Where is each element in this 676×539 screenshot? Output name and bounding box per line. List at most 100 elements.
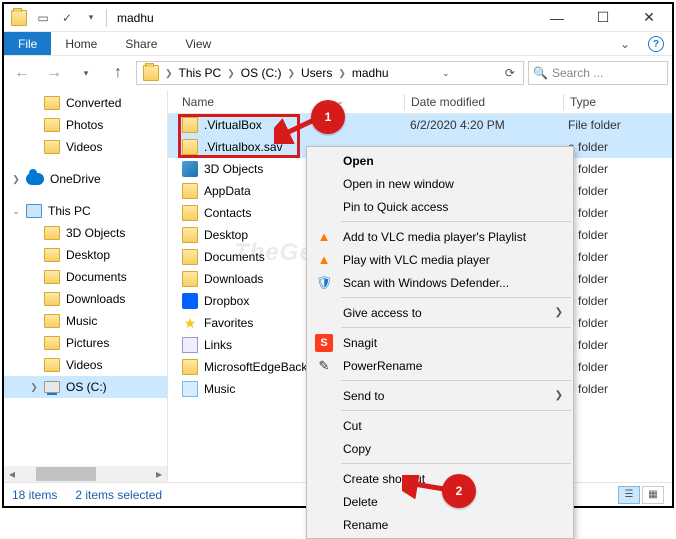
nav-thispc-item[interactable]: 3D Objects xyxy=(4,222,167,244)
nav-recent-icon[interactable]: ▾ xyxy=(72,59,100,87)
nav-thispc-item[interactable]: Videos xyxy=(4,354,167,376)
column-date[interactable]: Date modified xyxy=(405,95,563,109)
menu-item[interactable]: Give access to❯ xyxy=(307,301,573,324)
ribbon-tab-view[interactable]: View xyxy=(171,32,225,55)
search-input[interactable]: 🔍 Search ... xyxy=(528,61,668,85)
menu-item[interactable]: Rename xyxy=(307,513,573,536)
address-bar[interactable]: ❯ This PC ❯ OS (C:) ❯ Users ❯ madhu ⌄ ⟳ xyxy=(136,61,524,85)
qat-properties-icon[interactable]: ▭ xyxy=(32,7,54,29)
nav-thispc-item[interactable]: Documents xyxy=(4,266,167,288)
chevron-right-icon[interactable]: ❯ xyxy=(285,68,297,79)
scroll-thumb[interactable] xyxy=(36,467,96,481)
nav-horizontal-scrollbar[interactable]: ◂ ▸ xyxy=(4,466,167,482)
crumb-current[interactable]: madhu xyxy=(348,66,393,80)
menu-item[interactable]: Open in new window xyxy=(307,172,573,195)
search-icon: 🔍 xyxy=(533,66,548,80)
nav-thispc-item[interactable]: Pictures xyxy=(4,332,167,354)
folder-icon xyxy=(44,336,60,350)
menu-separator xyxy=(341,463,571,464)
chevron-right-icon[interactable]: ❯ xyxy=(10,174,22,185)
menu-item[interactable]: ▲Play with VLC media player xyxy=(307,248,573,271)
nav-thispc-item[interactable]: Downloads xyxy=(4,288,167,310)
file-type: File folder xyxy=(562,118,672,132)
menu-item[interactable]: Cut xyxy=(307,414,573,437)
nav-thispc[interactable]: ⌄This PC xyxy=(4,200,167,222)
menu-item-icon: ▲ xyxy=(315,251,333,269)
nav-quick-item[interactable]: Videos xyxy=(4,136,167,158)
menu-item-label: Cut xyxy=(343,419,362,433)
folder-icon xyxy=(44,118,60,132)
folder-icon xyxy=(182,117,198,133)
folder-icon xyxy=(44,270,60,284)
menu-item[interactable]: Pin to Quick access xyxy=(307,195,573,218)
addr-folder-icon xyxy=(143,65,159,81)
nav-onedrive[interactable]: ❯ OneDrive xyxy=(4,168,167,190)
file-type: e folder xyxy=(562,250,672,264)
ribbon-tab-share[interactable]: Share xyxy=(111,32,171,55)
menu-item[interactable]: Create shortcut xyxy=(307,467,573,490)
scroll-right-icon[interactable]: ▸ xyxy=(151,467,167,481)
table-row[interactable]: .VirtualBox6/2/2020 4:20 PMFile folder xyxy=(168,114,672,136)
dropbox-icon xyxy=(182,293,198,309)
status-selected: 2 items selected xyxy=(75,488,162,502)
chevron-right-icon[interactable]: ❯ xyxy=(163,68,175,79)
minimize-button[interactable]: — xyxy=(534,4,580,32)
maximize-button[interactable]: ☐ xyxy=(580,4,626,32)
window-title: madhu xyxy=(111,11,154,25)
ribbon-tab-home[interactable]: Home xyxy=(51,32,111,55)
file-name: AppData xyxy=(204,184,251,198)
nav-thispc-item[interactable]: Music xyxy=(4,310,167,332)
menu-item[interactable]: ✎PowerRename xyxy=(307,354,573,377)
chevron-right-icon[interactable]: ❯ xyxy=(28,382,40,393)
view-large-button[interactable]: ▦ xyxy=(642,486,664,504)
folder-icon xyxy=(44,358,60,372)
menu-item[interactable]: Send to❯ xyxy=(307,384,573,407)
chevron-right-icon[interactable]: ❯ xyxy=(225,68,237,79)
menu-item[interactable]: 🛡Scan with Windows Defender... xyxy=(307,271,573,294)
submenu-arrow-icon: ❯ xyxy=(555,390,563,401)
file-type: e folder xyxy=(562,316,672,330)
addr-dropdown-icon[interactable]: ⌄ xyxy=(436,68,456,79)
menu-separator xyxy=(341,327,571,328)
ribbon-file[interactable]: File xyxy=(4,32,51,55)
close-button[interactable]: ✕ xyxy=(626,4,672,32)
chevron-down-icon[interactable]: ⌄ xyxy=(10,206,22,217)
nav-back-icon[interactable]: ← xyxy=(8,59,36,87)
file-name: Downloads xyxy=(204,272,263,286)
explorer-window: ▭ ✓ ▾ madhu — ☐ ✕ File Home Share View ⌄… xyxy=(2,2,674,508)
menu-item-label: Open xyxy=(343,154,374,168)
scroll-left-icon[interactable]: ◂ xyxy=(4,467,20,481)
crumb-users[interactable]: Users xyxy=(297,66,336,80)
star-icon: ★ xyxy=(182,315,198,331)
menu-item[interactable]: Open xyxy=(307,149,573,172)
column-type[interactable]: Type xyxy=(564,95,672,109)
qat-newfolder-icon[interactable]: ✓ xyxy=(56,7,78,29)
folder-icon xyxy=(182,227,198,243)
menu-separator xyxy=(341,380,571,381)
refresh-icon[interactable]: ⟳ xyxy=(499,66,521,80)
nav-label: OneDrive xyxy=(50,172,101,186)
navigation-pane[interactable]: Converted Photos Videos ❯ OneDrive ⌄This … xyxy=(4,90,168,482)
help-icon[interactable]: ? xyxy=(648,36,664,52)
nav-quick-item[interactable]: Photos xyxy=(4,114,167,136)
nav-quick-item[interactable]: Converted xyxy=(4,92,167,114)
nav-thispc-item[interactable]: ❯OS (C:) xyxy=(4,376,167,398)
address-row: ← → ▾ ↑ ❯ This PC ❯ OS (C:) ❯ Users ❯ ma… xyxy=(4,56,672,90)
nav-thispc-item[interactable]: Desktop xyxy=(4,244,167,266)
crumb-thispc[interactable]: This PC xyxy=(175,66,226,80)
ribbon-expand-icon[interactable]: ⌄ xyxy=(610,32,640,55)
qat-dropdown-icon[interactable]: ▾ xyxy=(80,7,102,29)
menu-item-icon: S xyxy=(315,334,333,352)
column-name[interactable]: Name⌄ xyxy=(168,95,404,109)
view-details-button[interactable]: ☰ xyxy=(618,486,640,504)
folder-icon xyxy=(44,248,60,262)
nav-up-icon[interactable]: ↑ xyxy=(104,59,132,87)
file-type: e folder xyxy=(562,228,672,242)
menu-item[interactable]: ▲Add to VLC media player's Playlist xyxy=(307,225,573,248)
column-headers[interactable]: Name⌄ Date modified Type xyxy=(168,90,672,114)
menu-item[interactable]: Copy xyxy=(307,437,573,460)
menu-item[interactable]: SSnagit xyxy=(307,331,573,354)
chevron-right-icon[interactable]: ❯ xyxy=(336,68,348,79)
menu-item-label: Scan with Windows Defender... xyxy=(343,276,509,290)
crumb-drive[interactable]: OS (C:) xyxy=(237,66,286,80)
